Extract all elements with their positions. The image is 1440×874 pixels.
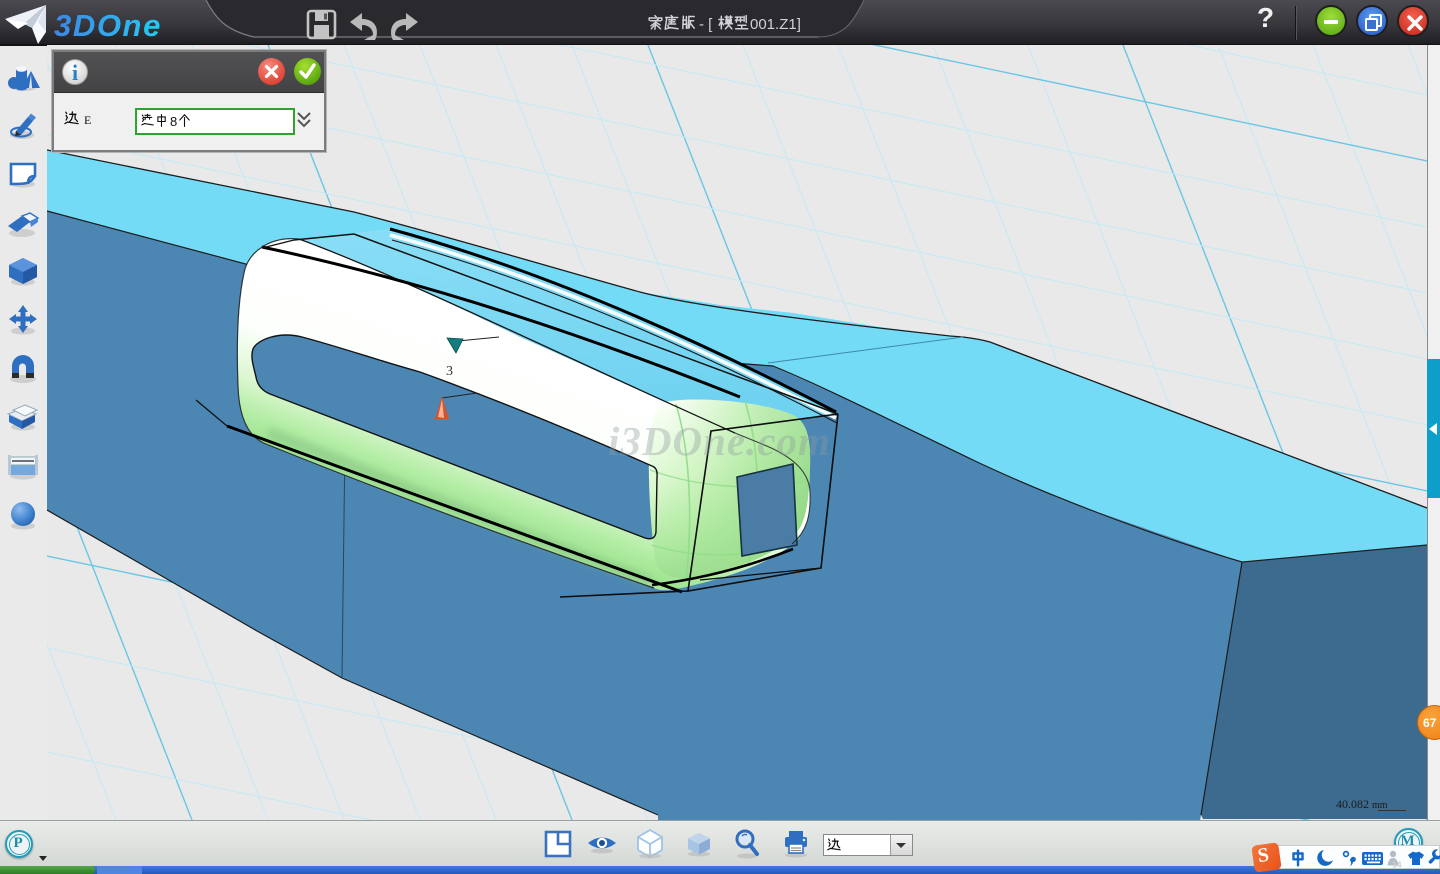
svg-text:i3DOne.com: i3DOne.com	[608, 418, 831, 464]
svg-text:14: 14	[1392, 860, 1402, 870]
svg-text:3DOne: 3DOne	[54, 8, 162, 43]
svg-text:3: 3	[446, 364, 453, 379]
svg-text:8: 8	[170, 114, 177, 129]
svg-text:E: E	[84, 113, 91, 127]
svg-text:- [: - [	[699, 16, 713, 33]
svg-text:001.Z1]: 001.Z1]	[750, 16, 801, 33]
